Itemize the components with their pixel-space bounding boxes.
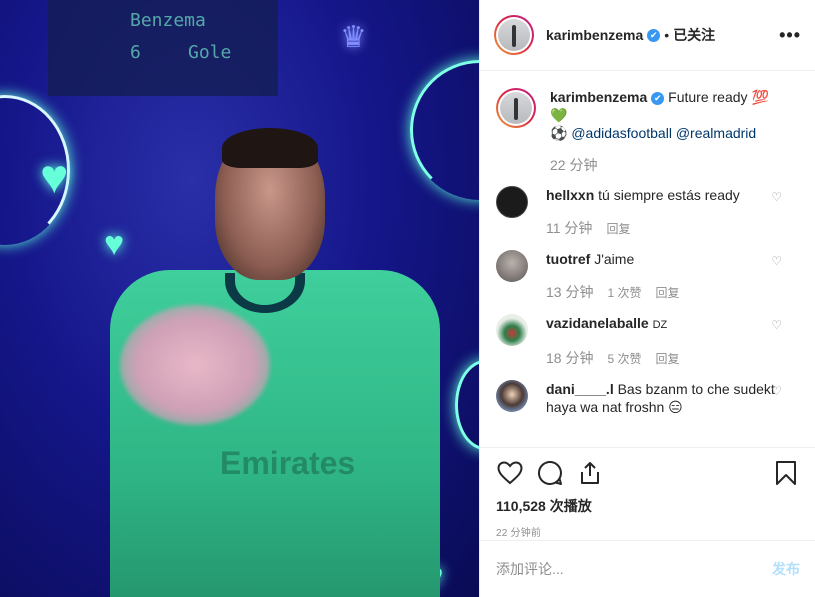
comment-likes-count[interactable]: 5 次赞 <box>607 350 641 367</box>
video-scoreboard: Benzema 6 Gole <box>48 0 278 96</box>
post-comment-button[interactable]: 发布 <box>772 559 800 579</box>
comment-like-heart-icon[interactable]: ♡ <box>771 318 782 332</box>
post-actions: 110,528 次播放 22 分钟前 <box>480 447 815 539</box>
commenter-avatar[interactable] <box>496 380 528 412</box>
comment-timestamp[interactable]: 11 分钟 <box>546 218 592 238</box>
neon-crest-icon: ♛ <box>340 21 367 54</box>
avatar-image <box>500 92 532 124</box>
view-count[interactable]: 110,528 次播放 <box>496 496 800 516</box>
neon-arc-right <box>410 60 479 200</box>
verified-badge-icon: ✔ <box>647 28 661 42</box>
more-options-icon[interactable]: ••• <box>779 25 801 46</box>
player-hair <box>222 128 318 168</box>
scoreboard-name: Benzema <box>130 10 206 31</box>
comments-list[interactable]: karimbenzema ✔ Future ready 💯 💚 ⚽ @adidas… <box>480 72 815 447</box>
comment-text: J'aime <box>594 251 635 267</box>
reply-button[interactable]: 回复 <box>655 284 679 301</box>
commenter-username[interactable]: tuotref <box>546 251 590 267</box>
neon-arc-lower-right <box>455 360 479 450</box>
caption-author-avatar[interactable] <box>496 88 536 128</box>
verified-badge-icon: ✔ <box>651 91 665 105</box>
caption-timestamp[interactable]: 22 分钟 <box>550 156 780 174</box>
green-heart-emoji-icon: 💚 <box>550 107 568 123</box>
commenter-avatar[interactable] <box>496 314 528 346</box>
comment-item: tuotref J'aime 13 分钟 1 次赞 回复 ♡ <box>496 250 800 302</box>
comment-likes-count[interactable]: 1 次赞 <box>607 284 641 301</box>
post-timestamp[interactable]: 22 分钟前 <box>496 524 800 539</box>
bookmark-icon[interactable] <box>772 459 800 487</box>
commenter-username[interactable]: dani____.l <box>546 381 614 397</box>
comment-item: hellxxn tú siempre estás ready 11 分钟 回复 … <box>496 186 800 238</box>
comment-like-heart-icon[interactable]: ♡ <box>771 254 782 268</box>
comment-item: dani____.l Bas bzanm to che sudekt haya … <box>496 380 800 416</box>
comment-timestamp[interactable]: 18 分钟 <box>546 348 593 368</box>
comment-text: DZ <box>652 319 668 331</box>
author-avatar[interactable] <box>494 15 534 55</box>
neon-heart-icon: ♥ <box>40 151 69 204</box>
like-heart-icon[interactable] <box>496 459 524 487</box>
mention-realmadrid[interactable]: @realmadrid <box>676 125 756 141</box>
reply-button[interactable]: 回复 <box>655 350 679 367</box>
scoreboard-number: 6 <box>130 42 141 63</box>
following-button[interactable]: 已关注 <box>673 25 715 45</box>
caption-username[interactable]: karimbenzema <box>550 89 647 105</box>
reply-button[interactable]: 回复 <box>606 220 630 237</box>
post-sidebar: karimbenzema ✔ • 已关注 ••• karimbenzema ✔ F… <box>479 0 815 597</box>
hundred-emoji-icon: 💯 <box>751 89 769 105</box>
comment-item: vazidanelaballe DZ 18 分钟 5 次赞 回复 ♡ <box>496 314 800 368</box>
commenter-username[interactable]: hellxxn <box>546 187 594 203</box>
player-hand <box>120 305 270 425</box>
commenter-avatar[interactable] <box>496 250 528 282</box>
caption-text: Future ready <box>668 89 748 105</box>
comment-like-heart-icon[interactable]: ♡ <box>771 190 782 204</box>
avatar-image <box>498 19 530 51</box>
add-comment-bar: 发布 <box>480 540 815 597</box>
scoreboard-word: Gole <box>188 42 232 63</box>
comment-timestamp[interactable]: 13 分钟 <box>546 282 593 302</box>
author-username[interactable]: karimbenzema <box>546 27 643 43</box>
post-video[interactable]: Benzema 6 Gole ♥ ♥ ♥ ♛ Emirates <box>0 0 479 597</box>
soccer-ball-emoji-icon: ⚽ <box>550 125 568 141</box>
commenter-avatar[interactable] <box>496 186 528 218</box>
header-separator: • <box>664 27 670 43</box>
jersey-sponsor-text: Emirates <box>220 445 356 481</box>
comment-bubble-icon[interactable] <box>536 459 564 487</box>
neon-heart-icon: ♥ <box>104 225 125 263</box>
share-icon[interactable] <box>576 459 604 487</box>
comment-like-heart-icon[interactable]: ♡ <box>771 384 782 398</box>
mention-adidasfootball[interactable]: @adidasfootball <box>571 125 672 141</box>
post-header: karimbenzema ✔ • 已关注 ••• <box>480 0 815 71</box>
post-caption: karimbenzema ✔ Future ready 💯 💚 ⚽ @adidas… <box>496 88 800 174</box>
comment-text: tú siempre estás ready <box>598 187 740 203</box>
commenter-username[interactable]: vazidanelaballe <box>546 315 649 331</box>
comment-input[interactable] <box>496 561 772 577</box>
